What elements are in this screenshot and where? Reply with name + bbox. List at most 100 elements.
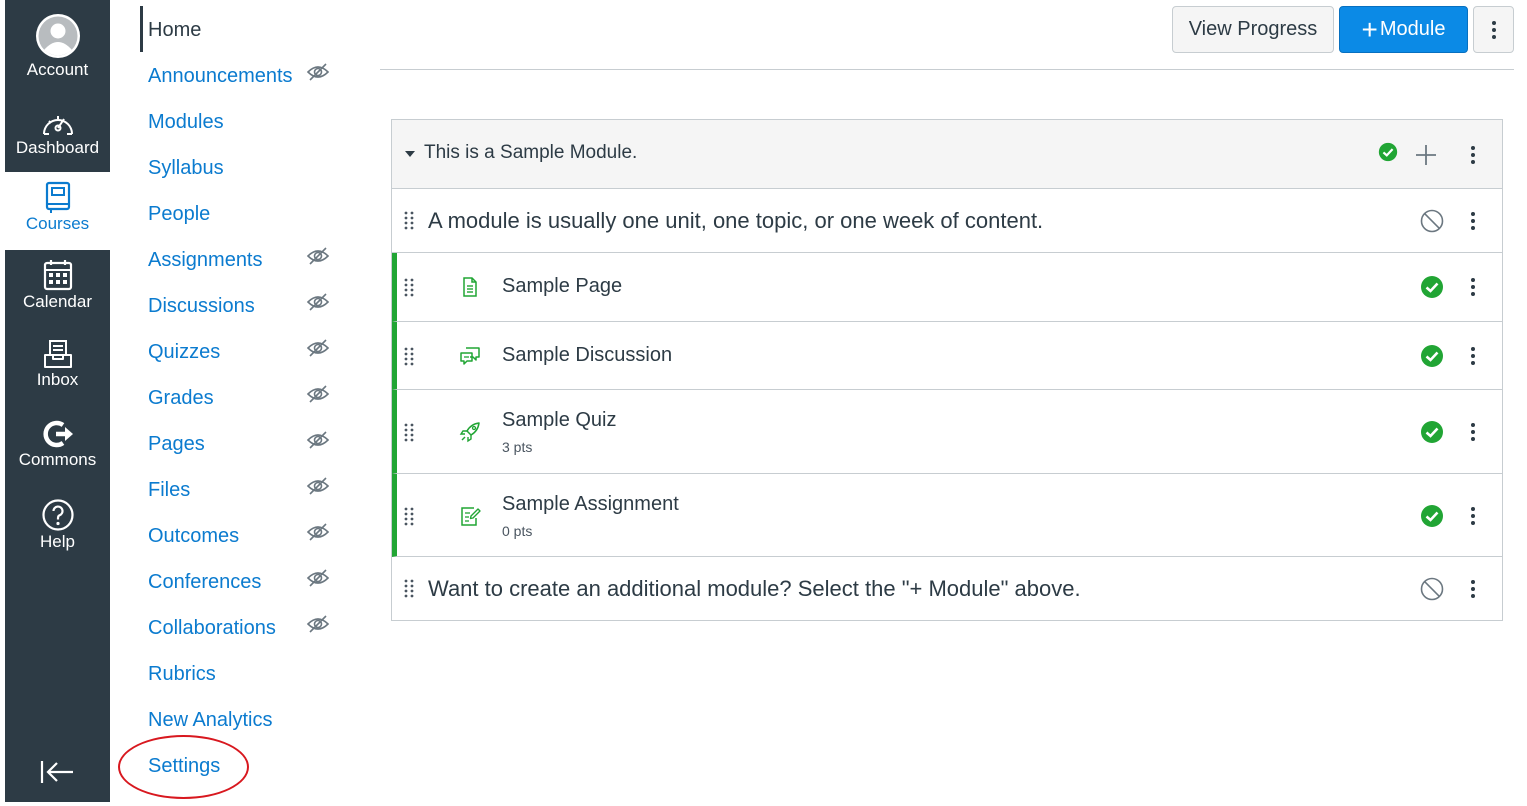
published-check-icon[interactable] bbox=[1420, 504, 1444, 528]
page-icon bbox=[459, 276, 481, 298]
drag-handle-icon[interactable] bbox=[403, 506, 415, 526]
module-container: This is a Sample Module. A module is usu… bbox=[391, 119, 1503, 621]
module-text-header-title: A module is usually one unit, one topic,… bbox=[428, 208, 1044, 233]
module-item-title[interactable]: Sample Discussion bbox=[502, 344, 672, 367]
module-item-points: 0 pts bbox=[502, 523, 533, 539]
nav-dashboard[interactable]: Dashboard bbox=[5, 108, 110, 170]
module-title: This is a Sample Module. bbox=[424, 142, 638, 163]
module-item-title[interactable]: Sample Quiz bbox=[502, 409, 617, 432]
course-nav: Home Announcements Modules Syllabus Peop… bbox=[110, 0, 380, 806]
eye-slash-icon bbox=[306, 522, 330, 542]
nav-account[interactable]: Account bbox=[5, 12, 110, 92]
collapse-caret-icon[interactable] bbox=[405, 151, 415, 157]
plus-icon: + bbox=[1361, 13, 1378, 45]
nav-commons-label: Commons bbox=[18, 450, 97, 469]
published-check-icon[interactable] bbox=[1420, 275, 1444, 299]
drag-handle-icon[interactable] bbox=[403, 346, 415, 366]
course-nav-discussions[interactable]: Discussions bbox=[148, 294, 255, 318]
course-nav-assignments[interactable]: Assignments bbox=[148, 248, 263, 272]
dashboard-gauge-icon bbox=[40, 108, 76, 138]
module-item-title[interactable]: Sample Assignment bbox=[502, 493, 679, 516]
nav-account-label: Account bbox=[26, 60, 89, 79]
eye-slash-icon bbox=[306, 476, 330, 496]
drag-handle-icon[interactable] bbox=[403, 277, 415, 297]
course-nav-modules[interactable]: Modules bbox=[148, 110, 224, 134]
user-avatar-icon bbox=[34, 12, 82, 60]
course-nav-announcements[interactable]: Announcements bbox=[148, 64, 293, 88]
eye-slash-icon bbox=[306, 338, 330, 358]
course-nav-pages[interactable]: Pages bbox=[148, 432, 205, 456]
view-progress-button[interactable]: View Progress bbox=[1172, 6, 1334, 53]
nav-commons[interactable]: Commons bbox=[5, 418, 110, 480]
row-more-icon[interactable] bbox=[1470, 579, 1478, 599]
assignment-icon bbox=[459, 505, 481, 527]
inbox-icon bbox=[42, 338, 74, 370]
nav-inbox-label: Inbox bbox=[36, 370, 79, 389]
drag-handle-icon[interactable] bbox=[403, 422, 415, 442]
course-nav-outcomes[interactable]: Outcomes bbox=[148, 524, 239, 548]
row-more-icon[interactable] bbox=[1470, 211, 1478, 231]
published-check-icon[interactable] bbox=[1378, 142, 1402, 166]
course-nav-people[interactable]: People bbox=[148, 202, 210, 226]
nav-help-label: Help bbox=[40, 532, 75, 551]
course-nav-grades[interactable]: Grades bbox=[148, 386, 214, 410]
row-more-icon[interactable] bbox=[1470, 277, 1478, 297]
module-item-row[interactable]: Sample Assignment 0 pts bbox=[392, 474, 1502, 557]
collapse-arrow-icon bbox=[39, 759, 75, 785]
course-nav-conferences[interactable]: Conferences bbox=[148, 570, 261, 594]
course-nav-files[interactable]: Files bbox=[148, 478, 190, 502]
published-check-icon[interactable] bbox=[1420, 420, 1444, 444]
eye-slash-icon bbox=[306, 614, 330, 634]
course-nav-rubrics[interactable]: Rubrics bbox=[148, 662, 216, 686]
row-more-icon[interactable] bbox=[1470, 506, 1478, 526]
row-more-icon[interactable] bbox=[1470, 422, 1478, 442]
quiz-rocket-icon bbox=[459, 421, 481, 443]
course-nav-home[interactable]: Home bbox=[148, 18, 201, 42]
nav-help[interactable]: Help bbox=[5, 498, 110, 560]
nav-courses-label: Courses bbox=[25, 214, 90, 233]
course-nav-settings[interactable]: Settings bbox=[148, 754, 220, 778]
calendar-icon bbox=[42, 258, 74, 292]
unpublished-icon[interactable] bbox=[1420, 209, 1444, 233]
add-item-plus-icon[interactable] bbox=[1414, 143, 1438, 167]
nav-dashboard-label: Dashboard bbox=[15, 138, 100, 157]
eye-slash-icon bbox=[306, 62, 330, 82]
module-more-icon[interactable] bbox=[1470, 145, 1478, 165]
nav-calendar[interactable]: Calendar bbox=[5, 258, 110, 320]
drag-handle-icon[interactable] bbox=[403, 578, 415, 598]
eye-slash-icon bbox=[306, 246, 330, 266]
toolbar-divider bbox=[380, 69, 1514, 70]
module-header[interactable]: This is a Sample Module. bbox=[392, 120, 1502, 189]
eye-slash-icon bbox=[306, 568, 330, 588]
module-item-row[interactable]: Sample Quiz 3 pts bbox=[392, 390, 1502, 474]
eye-slash-icon bbox=[306, 292, 330, 312]
global-nav: Account Dashboard Courses Calendar Inbox… bbox=[5, 0, 110, 802]
nav-inbox[interactable]: Inbox bbox=[5, 338, 110, 400]
unpublished-icon[interactable] bbox=[1420, 577, 1444, 601]
eye-slash-icon bbox=[306, 430, 330, 450]
module-text-header-row: A module is usually one unit, one topic,… bbox=[392, 189, 1502, 253]
book-icon bbox=[43, 180, 73, 214]
module-item-row[interactable]: Sample Page bbox=[392, 253, 1502, 322]
add-module-button[interactable]: + Module bbox=[1339, 6, 1468, 53]
help-question-icon bbox=[41, 498, 75, 532]
module-item-row[interactable]: Sample Discussion bbox=[392, 322, 1502, 390]
row-more-icon[interactable] bbox=[1470, 346, 1478, 366]
add-module-label: Module bbox=[1379, 18, 1446, 40]
current-page-indicator bbox=[140, 6, 143, 52]
published-check-icon[interactable] bbox=[1420, 344, 1444, 368]
collapse-nav-button[interactable] bbox=[37, 755, 77, 789]
module-text-header-row: Want to create an additional module? Sel… bbox=[392, 557, 1502, 620]
course-nav-collaborations[interactable]: Collaborations bbox=[148, 616, 276, 640]
nav-calendar-label: Calendar bbox=[23, 292, 92, 311]
course-nav-syllabus[interactable]: Syllabus bbox=[148, 156, 224, 180]
drag-handle-icon[interactable] bbox=[403, 210, 415, 230]
toolbar-more-button[interactable] bbox=[1473, 6, 1514, 53]
course-nav-quizzes[interactable]: Quizzes bbox=[148, 340, 220, 364]
course-nav-new-analytics[interactable]: New Analytics bbox=[148, 708, 273, 732]
commons-arrow-icon bbox=[41, 418, 75, 450]
module-item-points: 3 pts bbox=[502, 439, 533, 455]
module-item-title[interactable]: Sample Page bbox=[502, 275, 622, 298]
nav-courses[interactable]: Courses bbox=[5, 172, 110, 250]
eye-slash-icon bbox=[306, 384, 330, 404]
